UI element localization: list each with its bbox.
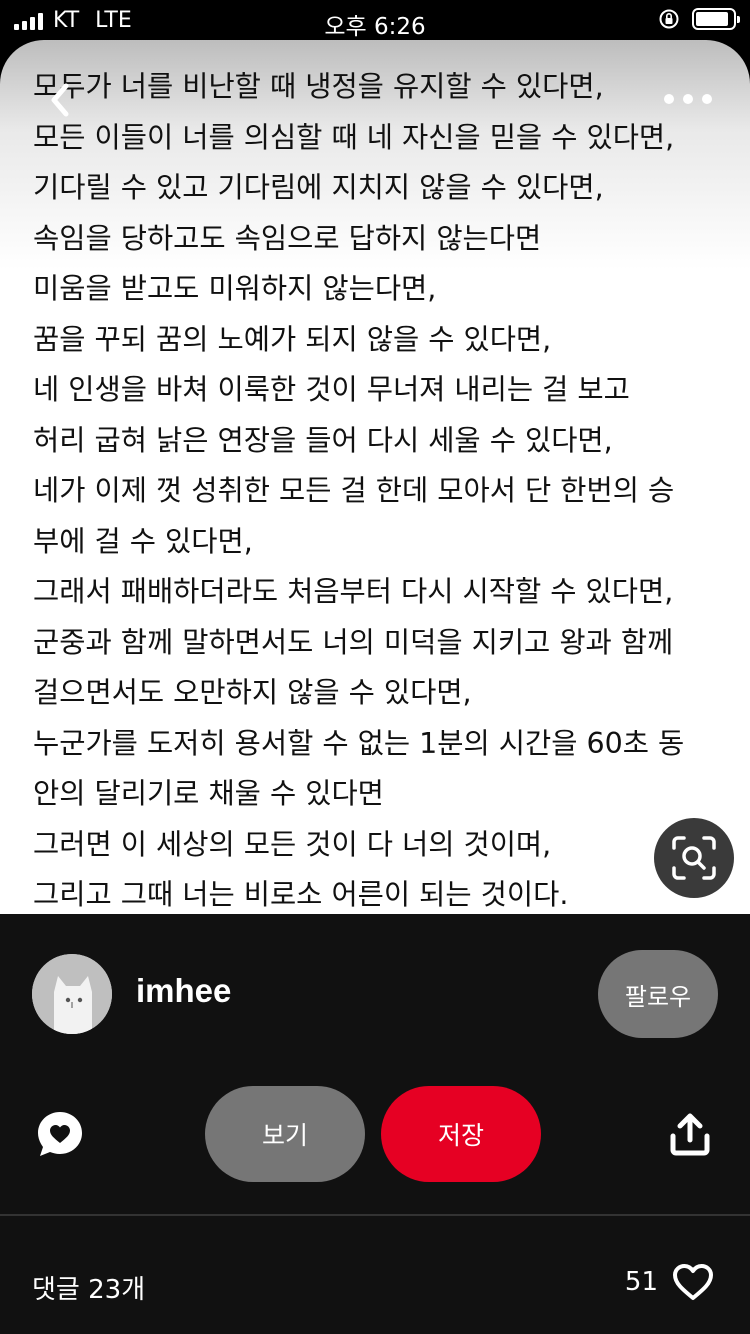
pin-image[interactable]: 모두가 너를 비난할 때 냉정을 유지할 수 있다면, 모든 이들이 너를 의심… (0, 40, 750, 914)
poem-line: 걸으면서도 오만하지 않을 수 있다면, (33, 676, 472, 709)
comments-link[interactable]: 댓글 23개 (32, 1269, 145, 1306)
pin-actions-panel: imhee 팔로우 보기 저장 댓글 23개 51 (0, 914, 750, 1334)
like-count: 51 (624, 1267, 658, 1297)
like-area: 51 (625, 1263, 714, 1301)
more-options-icon[interactable] (664, 86, 712, 112)
visual-search-button[interactable] (654, 818, 734, 898)
lens-search-icon (672, 836, 716, 880)
poem-line: 그러면 이 세상의 모든 것이 다 너의 것이며, (33, 827, 552, 861)
status-time: 오후 6:26 (324, 14, 426, 40)
rotation-lock-icon (659, 9, 679, 29)
poem-line: 안의 달리기로 채울 수 있다면 (33, 777, 384, 810)
status-bar: KT LTE 오후 6:26 (0, 0, 750, 40)
poem-line: 미움을 받고도 미워하지 않는다면, (33, 272, 437, 305)
speech-bubble-heart-icon (38, 1112, 82, 1156)
poem-line: 그래서 패배하더라도 처음부터 다시 시작할 수 있다면, (33, 575, 674, 608)
poem-text: 모두가 너를 비난할 때 냉정을 유지할 수 있다면, 모든 이들이 너를 의심… (33, 62, 723, 914)
poem-line: 모두가 너를 비난할 때 냉정을 유지할 수 있다면, (33, 70, 604, 103)
poem-line: 네가 이제 껏 성취한 모든 걸 한데 모아서 단 한번의 승 (33, 474, 675, 507)
back-button[interactable] (40, 80, 80, 120)
avatar[interactable] (32, 954, 112, 1034)
poem-line: 속임을 당하고도 속임으로 답하지 않는다면 (33, 221, 542, 255)
follow-button[interactable]: 팔로우 (598, 950, 718, 1038)
heart-icon[interactable] (672, 1263, 714, 1301)
share-icon (670, 1113, 710, 1156)
poem-line: 누군가를 도저히 용서할 수 없는 1분의 시간을 60초 동 (33, 726, 685, 760)
view-button[interactable]: 보기 (205, 1086, 365, 1182)
poem-line: 네 인생을 바쳐 이룩한 것이 무너져 내리는 걸 보고 (33, 373, 630, 406)
divider (0, 1214, 750, 1216)
username[interactable]: imhee (136, 972, 231, 1010)
save-button[interactable]: 저장 (381, 1086, 541, 1182)
battery-icon (692, 8, 740, 30)
status-right (658, 8, 740, 30)
comment-button[interactable] (36, 1110, 84, 1158)
chevron-left-icon (51, 83, 69, 117)
poem-line: 꿈을 꾸되 꿈의 노예가 되지 않을 수 있다면, (33, 322, 552, 356)
poem-line: 기다릴 수 있고 기다림에 지치지 않을 수 있다면, (33, 171, 604, 204)
avatar-image (32, 954, 112, 1034)
poem-line: 그리고 그때 너는 비로소 어른이 되는 것이다. (33, 878, 569, 911)
poem-line: 허리 굽혀 낡은 연장을 들어 다시 세울 수 있다면, (33, 423, 613, 457)
poem-line: 군중과 함께 말하면서도 너의 미덕을 지키고 왕과 함께 (33, 625, 674, 659)
poem-line: 모든 이들이 너를 의심할 때 네 자신을 믿을 수 있다면, (33, 120, 675, 154)
share-button[interactable] (668, 1112, 712, 1156)
poem-line: 부에 걸 수 있다면, (33, 524, 253, 558)
